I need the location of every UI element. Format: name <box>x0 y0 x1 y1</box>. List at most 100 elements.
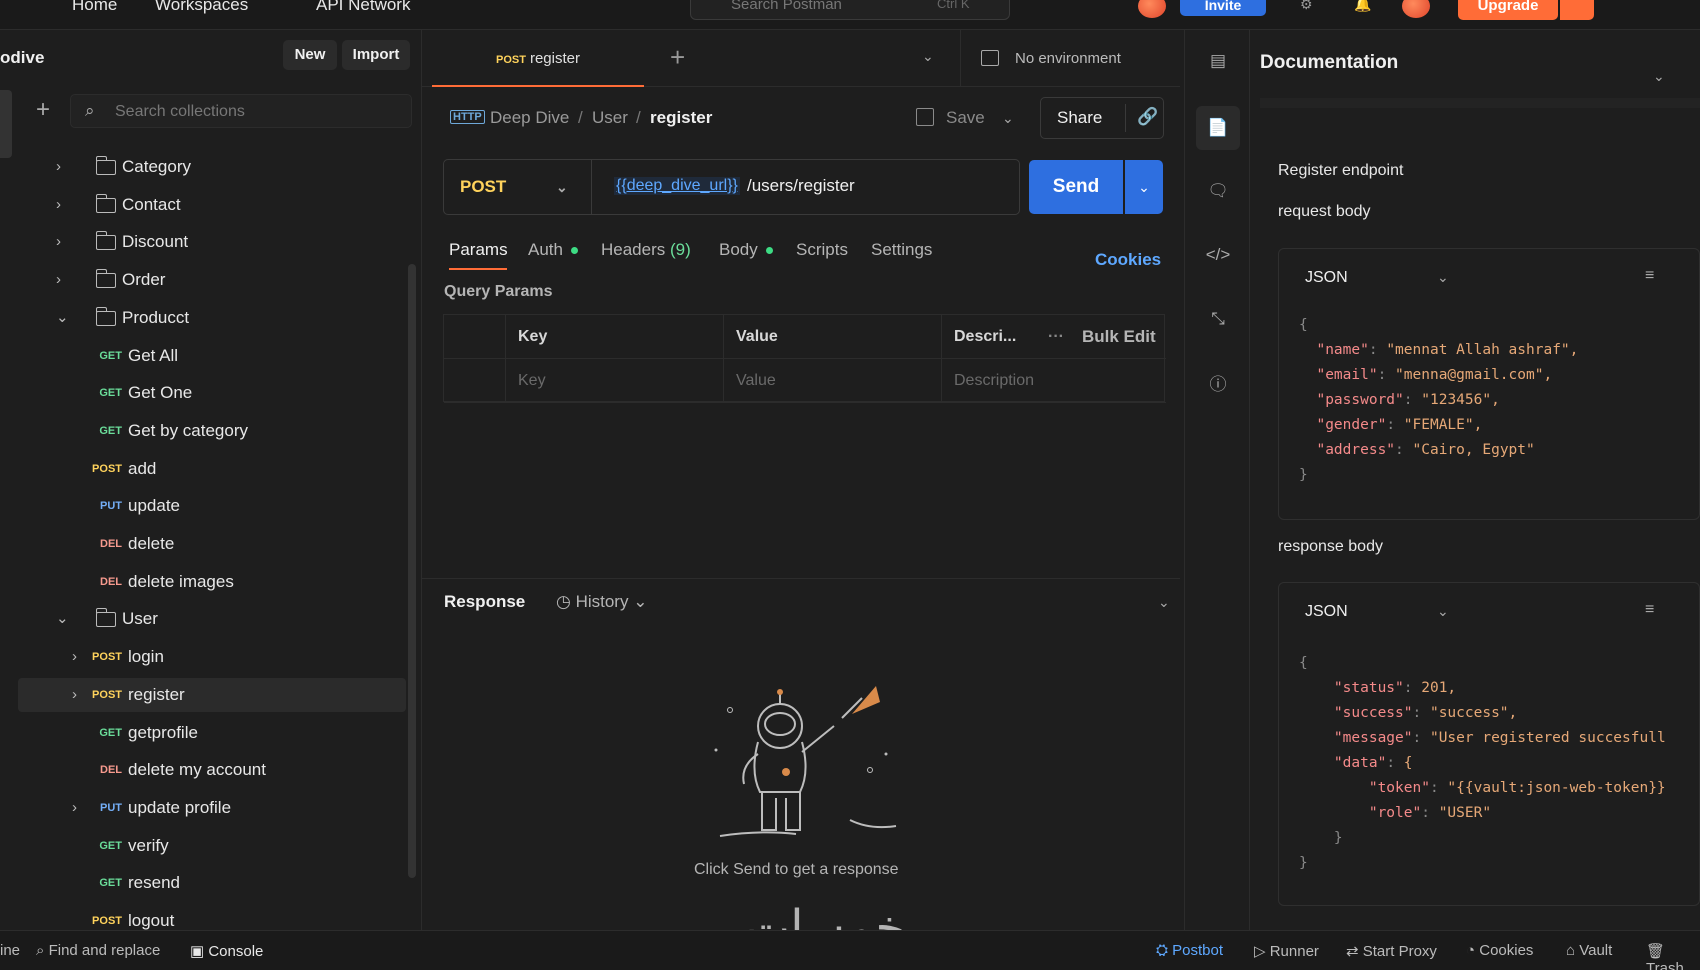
sidebar-request[interactable]: PUT update <box>18 489 406 523</box>
sidebar-folder[interactable]: › Discount <box>18 225 406 259</box>
chevron-right-icon[interactable]: › <box>72 678 77 712</box>
wrap-lines-icon[interactable]: ≡ <box>1645 601 1654 619</box>
cookies-link[interactable]: Cookies <box>1095 250 1161 270</box>
sidebar-request[interactable]: GET Get One <box>18 376 406 410</box>
request-format-select[interactable]: JSON <box>1305 269 1348 287</box>
comments-icon[interactable]: 🗨 <box>1205 178 1231 204</box>
tab-settings[interactable]: Settings <box>871 240 932 260</box>
tab-headers[interactable]: Headers (9) <box>601 240 691 260</box>
more-icon[interactable]: ··· <box>1048 315 1064 359</box>
row-checkbox[interactable] <box>444 359 506 403</box>
status-online[interactable]: ine <box>0 942 20 959</box>
upgrade-dropdown[interactable] <box>1560 0 1594 20</box>
bulk-edit-button[interactable]: Bulk Edit <box>1082 315 1156 359</box>
documentation-icon[interactable]: 📄 <box>1196 106 1240 150</box>
left-scroll-handle[interactable] <box>0 90 12 158</box>
value-input[interactable]: Value <box>724 359 942 403</box>
vault-button[interactable]: ⌂ Vault <box>1566 942 1612 959</box>
chevron-down-icon[interactable]: ⌄ <box>1158 594 1170 611</box>
sidebar-folder[interactable]: › Contact <box>18 188 406 222</box>
sidebar-request[interactable]: GET Get by category <box>18 414 406 448</box>
key-input[interactable]: Key <box>506 359 724 403</box>
find-replace-button[interactable]: ⌕ Find and replace <box>36 942 160 959</box>
chevron-down-icon[interactable]: ⌄ <box>1437 269 1449 286</box>
method-select[interactable]: POST ⌄ <box>444 160 592 214</box>
settings-icon[interactable]: ⚙ <box>1300 0 1318 12</box>
sidebar-request[interactable]: DEL delete <box>18 527 406 561</box>
url-input[interactable]: /users/register <box>747 176 855 196</box>
chevron-down-icon[interactable]: ⌄ <box>1437 603 1449 620</box>
related-requests-icon[interactable]: ⤡ <box>1205 306 1231 332</box>
url-variable[interactable]: {{deep_dive_url}} <box>614 177 740 195</box>
postbot-button[interactable]: ⛭ Postbot <box>1156 942 1223 959</box>
sidebar-request[interactable]: GET resend <box>18 866 406 900</box>
nav-api-network[interactable]: API Network <box>316 0 410 13</box>
chevron-right-icon[interactable]: › <box>56 188 61 222</box>
sidebar-folder[interactable]: ⌄ Producct <box>18 301 406 335</box>
share-button[interactable]: Share 🔗 <box>1040 97 1164 139</box>
import-button[interactable]: Import <box>342 40 410 70</box>
wrap-lines-icon[interactable]: ≡ <box>1645 267 1654 285</box>
invite-button[interactable]: Invite <box>1180 0 1266 16</box>
sidebar-request[interactable]: DEL delete my account <box>18 753 406 787</box>
json-key: "message" <box>1333 730 1413 746</box>
tab-params[interactable]: Params <box>449 240 508 260</box>
tabs-dropdown-icon[interactable]: ⌄ <box>922 48 934 65</box>
tab-register[interactable]: POST register <box>432 30 644 87</box>
tab-auth[interactable]: Auth <box>528 240 578 260</box>
sidebar-folder[interactable]: › Order <box>18 263 406 297</box>
sidebar-request[interactable]: › POST login <box>18 640 406 674</box>
avatar[interactable] <box>1138 0 1166 18</box>
sidebar-request[interactable]: DEL delete images <box>18 565 406 599</box>
add-collection-icon[interactable]: + <box>36 96 50 124</box>
console-button[interactable]: ▣ Console <box>190 942 263 960</box>
sidebar-request[interactable]: GET getprofile <box>18 716 406 750</box>
save-dropdown-icon[interactable]: ⌄ <box>1002 110 1014 127</box>
send-dropdown-icon[interactable]: ⌄ <box>1125 160 1163 214</box>
breadcrumb-request[interactable]: register <box>650 108 712 128</box>
bell-icon[interactable]: 🔔 <box>1354 0 1372 12</box>
chevron-down-icon[interactable]: ⌄ <box>56 602 69 636</box>
sidebar-request[interactable]: › PUT update profile <box>18 791 406 825</box>
send-button[interactable]: Send <box>1029 160 1123 214</box>
chevron-down-icon[interactable]: ⌄ <box>56 301 69 335</box>
nav-home[interactable]: Home <box>72 0 117 13</box>
sidebar-folder[interactable]: ⌄ User <box>18 602 406 636</box>
history-button[interactable]: ◷ History ⌄ <box>556 592 647 612</box>
user-avatar[interactable] <box>1402 0 1430 18</box>
tab-body[interactable]: Body <box>719 240 773 260</box>
upgrade-button[interactable]: Upgrade <box>1458 0 1558 20</box>
start-proxy-button[interactable]: ⇄ Start Proxy <box>1346 942 1437 960</box>
breadcrumb-collection[interactable]: Deep Dive <box>490 108 569 128</box>
info-icon[interactable]: ⓘ <box>1205 372 1231 398</box>
response-divider[interactable] <box>422 578 1180 579</box>
sidebar-request[interactable]: GET Get All <box>18 339 406 373</box>
response-format-select[interactable]: JSON <box>1305 603 1348 621</box>
chevron-right-icon[interactable]: › <box>56 225 61 259</box>
description-input[interactable]: Description <box>942 359 1166 403</box>
global-search-input[interactable]: Search Postman Ctrl K <box>690 0 1010 20</box>
code-icon[interactable]: </> <box>1205 242 1231 268</box>
sidebar-request[interactable]: POST add <box>18 452 406 486</box>
chevron-right-icon[interactable]: › <box>56 150 61 184</box>
new-tab-icon[interactable]: + <box>670 42 685 73</box>
breadcrumb-folder[interactable]: User <box>592 108 628 128</box>
chevron-right-icon[interactable]: › <box>72 791 77 825</box>
tab-scripts[interactable]: Scripts <box>796 240 848 260</box>
sidebar-request[interactable]: GET verify <box>18 829 406 863</box>
nav-workspaces[interactable]: Workspaces <box>155 0 248 13</box>
toggle-panel-icon[interactable]: ▤ <box>1205 48 1231 74</box>
sidebar-scrollbar[interactable] <box>408 264 416 878</box>
sidebar-folder[interactable]: › Category <box>18 150 406 184</box>
environment-selector[interactable]: No environment ⌄ <box>960 30 1665 87</box>
new-button[interactable]: New <box>283 40 337 70</box>
link-icon[interactable]: 🔗 <box>1137 107 1158 127</box>
save-button[interactable]: Save <box>946 108 985 128</box>
collection-search-input[interactable]: ⌕ Search collections <box>70 94 412 128</box>
chevron-right-icon[interactable]: › <box>72 640 77 674</box>
sidebar-request[interactable]: › POST register <box>18 677 406 712</box>
runner-button[interactable]: ▷ Runner <box>1254 942 1319 960</box>
trash-button[interactable]: 🗑 Trash <box>1646 942 1700 970</box>
chevron-right-icon[interactable]: › <box>56 263 61 297</box>
cookies-button[interactable]: ◔ Cookies <box>1466 942 1533 959</box>
